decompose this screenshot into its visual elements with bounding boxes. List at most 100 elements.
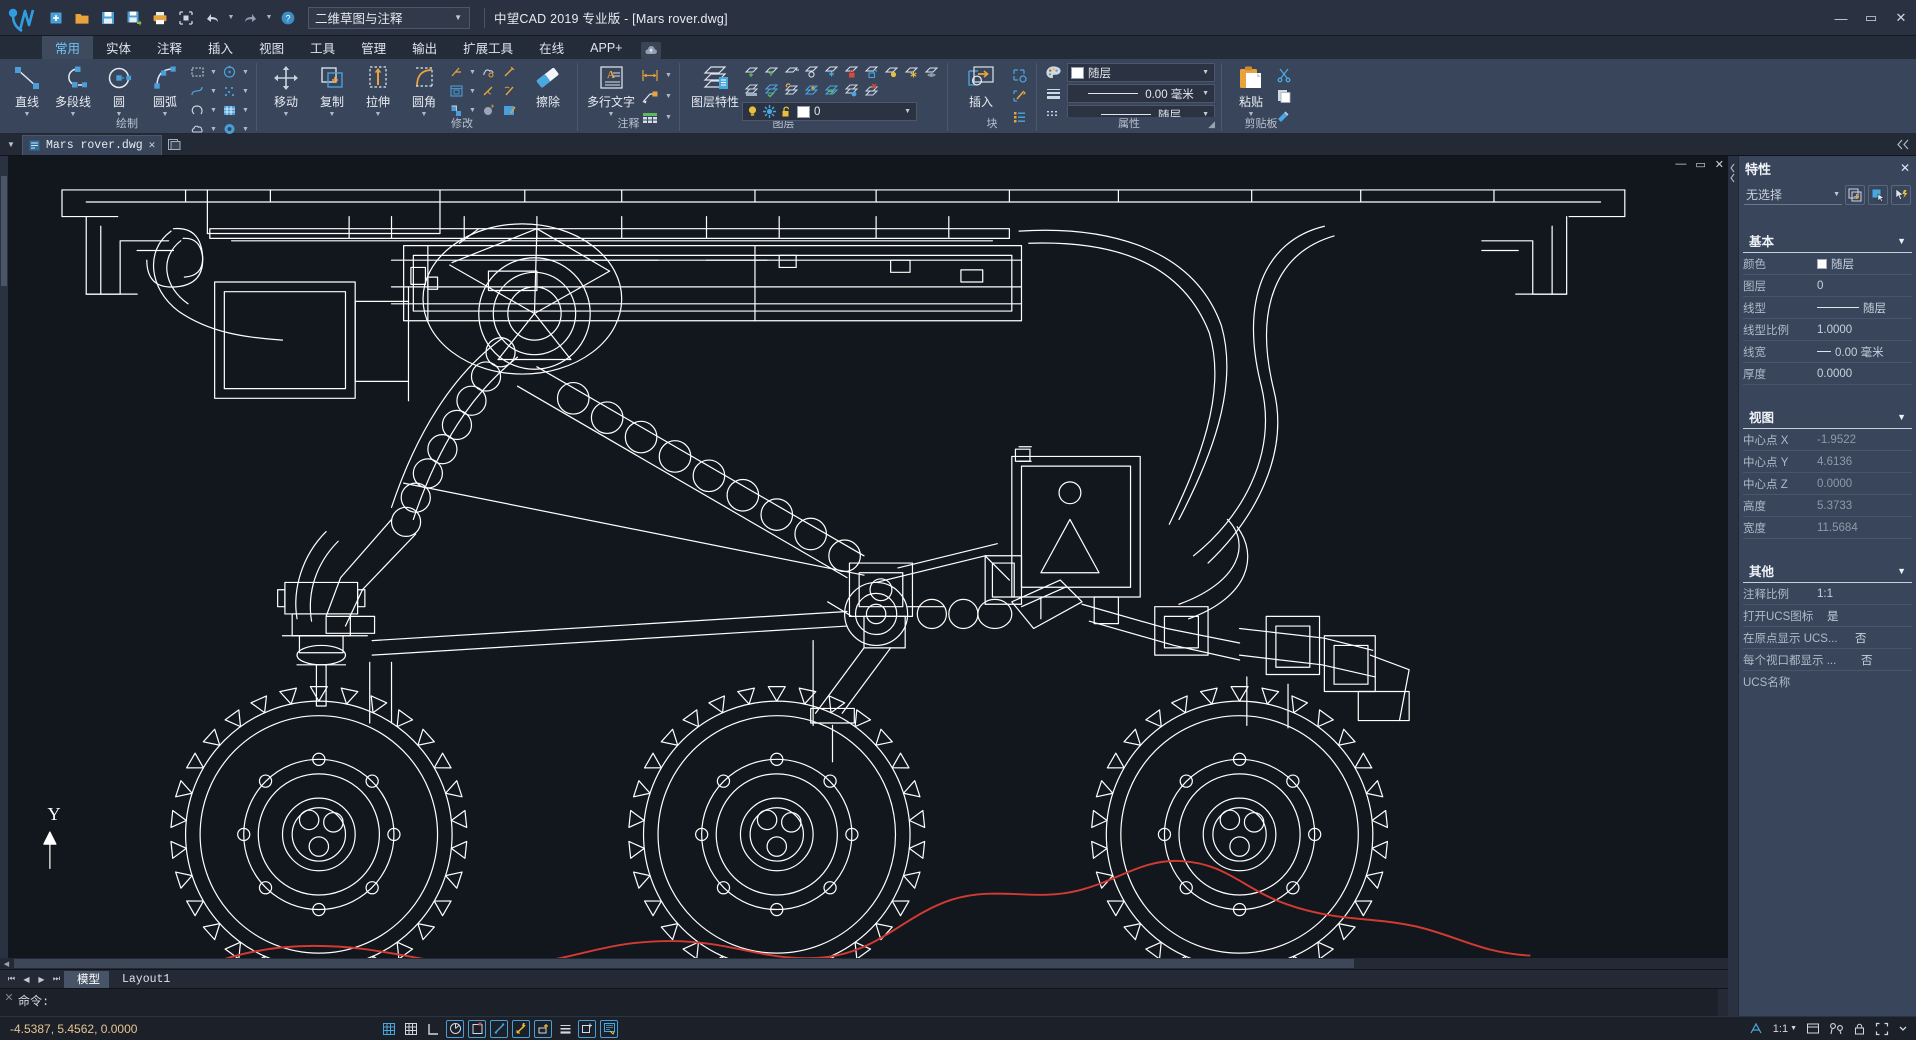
tab-zhushi[interactable]: 注释	[144, 36, 195, 59]
property-row-color[interactable]: 颜色 随层	[1743, 253, 1912, 275]
osnap-toggle[interactable]	[468, 1020, 486, 1038]
layer-undo-icon[interactable]	[782, 81, 801, 99]
first-layout-button[interactable]: ⏮	[4, 972, 19, 987]
hatch-dropdown-icon[interactable]: ▼	[241, 107, 250, 114]
arc-dropdown-icon[interactable]: ▼	[162, 111, 169, 119]
layout-tab-model[interactable]: 模型	[64, 971, 109, 988]
save-icon[interactable]	[96, 6, 120, 30]
quick-select-icon[interactable]	[1845, 185, 1865, 205]
lineweight-toggle[interactable]	[556, 1020, 574, 1038]
fillet-button[interactable]: 圆角 ▼	[401, 61, 447, 119]
array-dropdown-icon[interactable]: ▼	[468, 88, 477, 95]
plot-preview-icon[interactable]	[174, 6, 198, 30]
layer-isolate-icon[interactable]	[922, 62, 941, 80]
new-icon[interactable]	[44, 6, 68, 30]
properties-group-other-header[interactable]: 其他 ▼	[1743, 561, 1912, 583]
property-row-ltscale[interactable]: 线型比例 1.0000	[1743, 319, 1912, 341]
mtext-dropdown-icon[interactable]: ▼	[608, 111, 615, 119]
tab-gongju[interactable]: 工具	[297, 36, 348, 59]
property-value[interactable]: 随层	[1817, 256, 1912, 272]
layer-match-icon[interactable]	[742, 81, 761, 99]
undo-icon[interactable]	[200, 6, 224, 30]
property-row-ucs-at-origin[interactable]: 在原点显示 UCS... 否	[1743, 627, 1912, 649]
layer-change-icon[interactable]	[762, 81, 781, 99]
trim-dropdown-icon[interactable]: ▼	[468, 69, 477, 76]
last-layout-button[interactable]: ⏭	[49, 972, 64, 987]
command-prompt[interactable]: 命令:	[18, 989, 1728, 1015]
fillet-dropdown-icon[interactable]: ▼	[421, 111, 428, 119]
doctab-right-controls[interactable]	[1896, 139, 1910, 150]
copy-button[interactable]: 复制 ▼	[309, 61, 355, 119]
property-value[interactable]: 随层	[1817, 300, 1912, 316]
layer-bulb-icon[interactable]	[802, 62, 821, 80]
property-row-width[interactable]: 宽度 11.5684	[1743, 517, 1912, 539]
redo-icon[interactable]	[238, 6, 262, 30]
properties-group-basic-header[interactable]: 基本 ▼	[1743, 231, 1912, 253]
property-row-thickness[interactable]: 厚度 0.0000	[1743, 363, 1912, 385]
edit-hatch-icon[interactable]	[500, 101, 519, 119]
object-color-combo[interactable]: 随层 ▼	[1067, 63, 1215, 82]
property-value[interactable]: 否	[1861, 652, 1912, 668]
tab-shuchu[interactable]: 输出	[399, 36, 450, 59]
undo-dropdown-icon[interactable]: ▼	[226, 6, 236, 30]
select-objects-icon[interactable]	[1891, 185, 1911, 205]
properties-group-view-header[interactable]: 视图 ▼	[1743, 407, 1912, 429]
collapse-icon[interactable]: ▼	[1897, 236, 1906, 246]
layer-lock-icon[interactable]	[842, 62, 861, 80]
move-button[interactable]: 移动 ▼	[263, 61, 309, 119]
pick-add-icon[interactable]	[1868, 185, 1888, 205]
minimize-button[interactable]: —	[1826, 0, 1856, 36]
leader-dropdown-icon[interactable]: ▼	[664, 93, 673, 100]
quick-access-toolbar[interactable]: ▼ ▼ ?	[40, 6, 300, 30]
print-icon[interactable]	[148, 6, 172, 30]
document-tab-mars-rover[interactable]: Mars rover.dwg ✕	[22, 135, 162, 155]
model-toggle[interactable]	[578, 1020, 596, 1038]
grid-toggle[interactable]	[402, 1020, 420, 1038]
cloud-upload-icon[interactable]	[641, 42, 661, 59]
paste-dropdown-icon[interactable]: ▼	[1248, 111, 1255, 119]
chamfer-icon[interactable]	[447, 101, 466, 119]
hscroll-thumb[interactable]	[14, 959, 1354, 968]
close-button[interactable]: ✕	[1886, 0, 1916, 36]
properties-dialog-launcher-icon[interactable]: ◢	[1208, 119, 1215, 130]
layout-icon[interactable]	[1806, 1022, 1820, 1036]
property-row-height[interactable]: 高度 5.3733	[1743, 495, 1912, 517]
model-space-canvas[interactable]: — ▭ ✕	[0, 156, 1728, 958]
table-dropdown-icon[interactable]: ▼	[664, 114, 673, 121]
property-value[interactable]: 0	[1817, 280, 1912, 292]
chevron-down-icon[interactable]: ▼	[1202, 69, 1209, 76]
save-as-icon[interactable]	[122, 6, 146, 30]
drawing-restore-button[interactable]: ▭	[1695, 158, 1705, 171]
menu-icon[interactable]	[1898, 1022, 1908, 1036]
tab-shitu[interactable]: 视图	[246, 36, 297, 59]
property-value[interactable]: 是	[1827, 608, 1912, 624]
layer-delete-icon[interactable]	[862, 81, 881, 99]
line-dropdown-icon[interactable]: ▼	[24, 111, 31, 119]
layer-freeze-icon[interactable]	[822, 62, 841, 80]
chevron-down-icon[interactable]: ▼	[1833, 191, 1840, 198]
edit-block-icon[interactable]	[1008, 87, 1030, 105]
property-row-ucs-icon-on[interactable]: 打开UCS图标 是	[1743, 605, 1912, 627]
layer-off-icon[interactable]	[782, 62, 801, 80]
tab-zaixian[interactable]: 在线	[526, 36, 577, 59]
donut-dropdown-icon[interactable]: ▼	[241, 126, 250, 133]
copy-clip-icon[interactable]	[1274, 87, 1294, 105]
fullscreen-icon[interactable]	[1875, 1022, 1889, 1036]
layer-merge-icon[interactable]	[822, 81, 841, 99]
coordinate-display[interactable]: -4.5387, 5.4562, 0.0000	[0, 1017, 330, 1040]
spline-icon[interactable]	[188, 82, 207, 100]
circle-button[interactable]: 圆 ▼	[96, 61, 142, 119]
panel-collapse-icon[interactable]	[1896, 139, 1910, 150]
ortho-toggle[interactable]	[424, 1020, 442, 1038]
tab-kuozhangongju[interactable]: 扩展工具	[450, 36, 526, 59]
chevron-down-icon[interactable]: ▼	[904, 108, 911, 115]
drawing-minimize-button[interactable]: —	[1675, 158, 1686, 171]
polygon-dropdown-icon[interactable]: ▼	[209, 107, 218, 114]
dim-dropdown-icon[interactable]: ▼	[664, 72, 673, 79]
tab-appplus[interactable]: APP+	[577, 36, 635, 59]
property-value[interactable]: 1.0000	[1817, 324, 1912, 336]
redo-dropdown-icon[interactable]: ▼	[264, 6, 274, 30]
status-toggles[interactable]	[380, 1020, 618, 1038]
lock-icon[interactable]	[1853, 1022, 1866, 1036]
dyn-toggle[interactable]	[512, 1020, 530, 1038]
